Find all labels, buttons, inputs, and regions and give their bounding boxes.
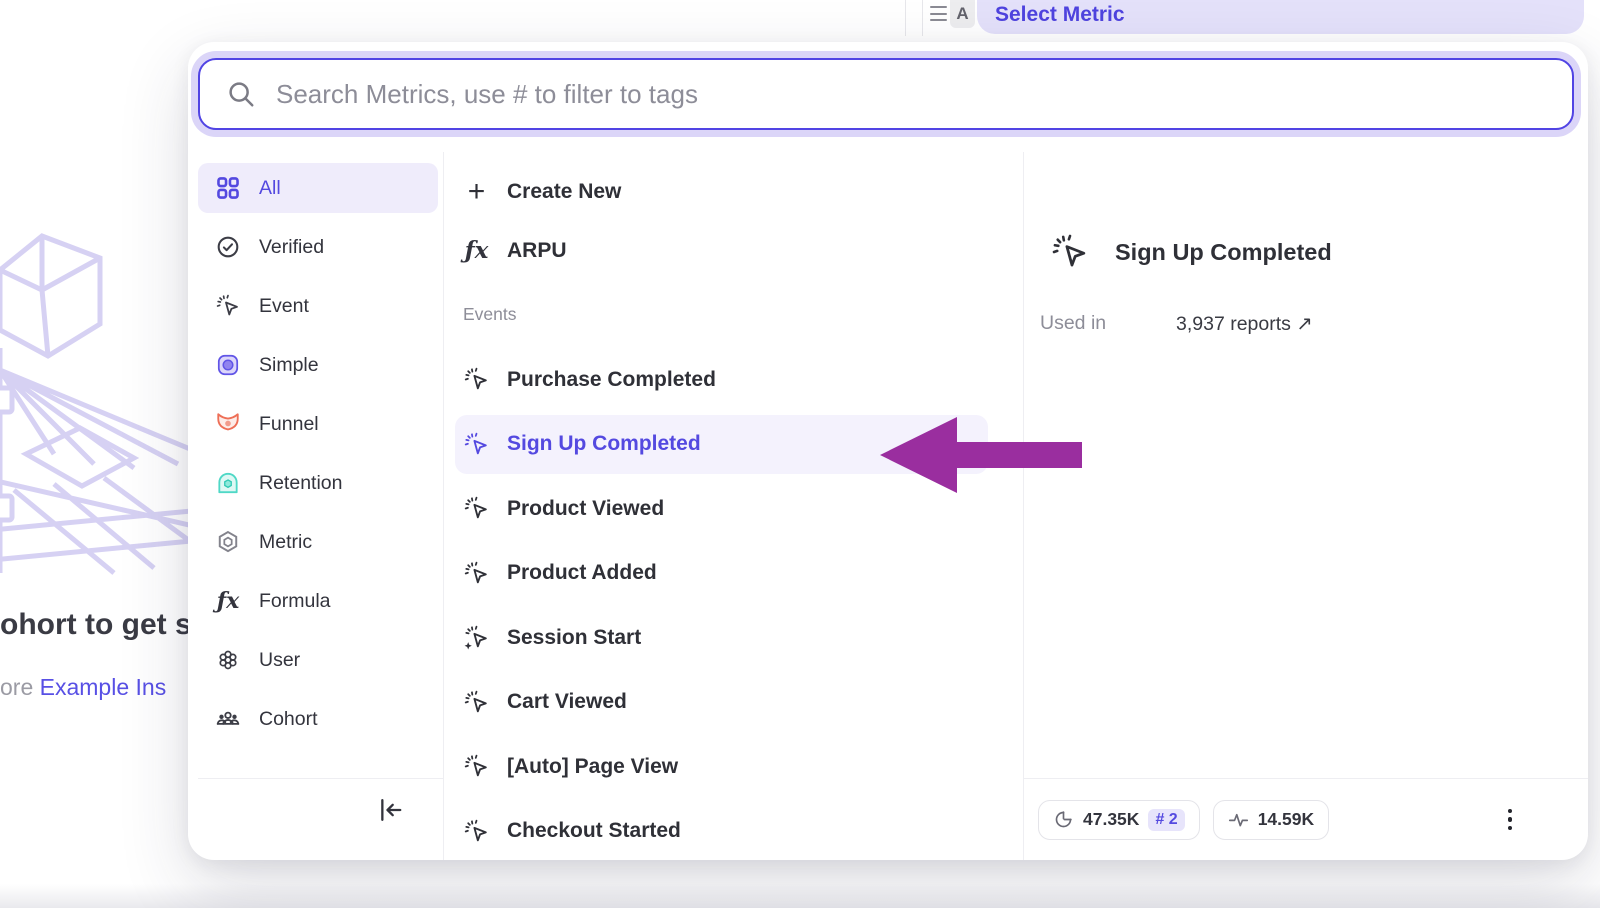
funnel-icon: [215, 411, 241, 437]
plus-icon: +: [463, 178, 490, 205]
list-item-label: Sign Up Completed: [507, 432, 701, 456]
grid-icon: [215, 175, 241, 201]
metric-details-panel: Sign Up Completed Used in 3,937 reports …: [1023, 152, 1588, 860]
list-item-event[interactable]: Product Viewed: [455, 479, 988, 538]
activity-pulse-icon: [1228, 809, 1249, 830]
list-item-label: [Auto] Page View: [507, 755, 678, 779]
event-cursor-icon: [215, 293, 241, 319]
sidebar-item-retention[interactable]: Retention: [198, 458, 438, 508]
sidebar-item-label: Metric: [259, 531, 312, 554]
sidebar-item-label: Funnel: [259, 413, 319, 436]
list-item-label: Product Viewed: [507, 497, 664, 521]
event-cursor-icon: [463, 753, 490, 780]
event-cursor-icon: [463, 818, 490, 845]
background-subtext: ore Example Ins: [0, 674, 188, 701]
event-cursor-icon: [463, 366, 490, 393]
event-cursor-star-icon: [463, 624, 490, 651]
sidebar-item-event[interactable]: Event: [198, 281, 438, 331]
search-box: [198, 58, 1574, 130]
list-item-arpu[interactable]: ƒx ARPU: [455, 221, 988, 280]
list-item-event-selected[interactable]: Sign Up Completed: [455, 415, 988, 474]
background-heading: ohort to get s: [0, 608, 188, 642]
list-item-label: Session Start: [507, 626, 641, 650]
background-illustration: [0, 228, 202, 578]
event-cursor-icon: [463, 431, 490, 458]
formula-icon: ƒx: [463, 238, 490, 264]
list-item-event[interactable]: Product Added: [455, 544, 988, 603]
event-cursor-icon: [463, 689, 490, 716]
select-metric-button[interactable]: Select Metric: [977, 0, 1584, 34]
list-item-label: Cart Viewed: [507, 690, 627, 714]
sidebar-item-cohort[interactable]: Cohort: [198, 694, 438, 744]
simple-metric-icon: [215, 352, 241, 378]
formula-icon: ƒx: [215, 588, 241, 614]
user-cluster-icon: [215, 647, 241, 673]
panel-border-line: [922, 0, 923, 36]
list-item-event[interactable]: Session Start: [455, 608, 988, 667]
sidebar-item-label: Verified: [259, 236, 324, 259]
select-metric-label: Select Metric: [995, 3, 1125, 27]
more-options-icon[interactable]: [1504, 805, 1517, 835]
list-item-event[interactable]: Cart Viewed: [455, 673, 988, 732]
list-item-label: Checkout Started: [507, 819, 681, 843]
page-bottom-fade: [0, 884, 1600, 908]
sidebar-item-simple[interactable]: Simple: [198, 340, 438, 390]
retention-icon: [215, 470, 241, 496]
sidebar-item-label: Simple: [259, 354, 319, 377]
cohort-people-icon: [215, 706, 241, 732]
sidebar-item-label: Event: [259, 295, 309, 318]
list-item-event[interactable]: Checkout Started: [455, 802, 988, 861]
collapse-sidebar-icon[interactable]: [376, 795, 406, 825]
sidebar-item-metric[interactable]: Metric: [198, 517, 438, 567]
sidebar-item-label: Retention: [259, 472, 342, 495]
metric-list: + Create New ƒx ARPU Events Purchase Com…: [443, 152, 1023, 860]
subtext-prefix: ore: [0, 674, 40, 700]
app-screen: ohort to get s ore Example Ins A Select …: [0, 0, 1600, 908]
list-item-label: ARPU: [507, 239, 567, 263]
stat-value: 47.35K: [1083, 809, 1139, 830]
panel-border-line: [905, 0, 906, 36]
search-input[interactable]: [276, 79, 1546, 110]
stat-value: 14.59K: [1258, 809, 1314, 830]
reports-link[interactable]: 3,937 reports ↗: [1176, 312, 1313, 336]
sidebar-item-label: Formula: [259, 590, 331, 613]
sidebar-item-verified[interactable]: Verified: [198, 222, 438, 272]
sidebar-item-formula[interactable]: ƒx Formula: [198, 576, 438, 626]
list-item-event[interactable]: [Auto] Page View: [455, 737, 988, 796]
sidebar-footer: [198, 778, 443, 860]
total-count-badge[interactable]: 47.35K # 2: [1038, 800, 1200, 840]
hexagon-metric-icon: [215, 529, 241, 555]
events-section-header: Events: [443, 296, 1023, 332]
create-new-label: Create New: [507, 180, 621, 204]
event-cursor-icon: [1050, 232, 1090, 272]
rank-tag: # 2: [1148, 809, 1184, 831]
select-metric-popover: All Verified Event Simple Funnel Retenti…: [188, 42, 1588, 860]
external-link-icon: ↗: [1296, 313, 1312, 335]
metric-type-sidebar: All Verified Event Simple Funnel Retenti…: [198, 163, 438, 753]
sidebar-item-user[interactable]: User: [198, 635, 438, 685]
details-footer: 47.35K # 2 14.59K: [1023, 778, 1588, 860]
list-item-label: Purchase Completed: [507, 368, 716, 392]
details-title: Sign Up Completed: [1115, 239, 1332, 266]
sidebar-item-funnel[interactable]: Funnel: [198, 399, 438, 449]
event-cursor-icon: [463, 495, 490, 522]
search-icon: [226, 79, 256, 109]
event-rows: Purchase Completed Sign Up Completed Pro…: [443, 332, 1023, 860]
sidebar-item-label: Cohort: [259, 708, 318, 731]
sidebar-item-all[interactable]: All: [198, 163, 438, 213]
drag-handle-icon[interactable]: [930, 6, 947, 21]
example-insights-link[interactable]: Example Ins: [40, 674, 167, 700]
sidebar-item-label: User: [259, 649, 300, 672]
create-new-button[interactable]: + Create New: [455, 162, 988, 221]
series-a-badge: A: [950, 0, 975, 28]
sidebar-item-label: All: [259, 177, 281, 200]
list-item-event[interactable]: Purchase Completed: [455, 350, 988, 409]
pie-chart-icon: [1053, 809, 1074, 830]
verified-badge-icon: [215, 234, 241, 260]
list-item-label: Product Added: [507, 561, 657, 585]
unique-count-badge[interactable]: 14.59K: [1213, 800, 1329, 840]
event-cursor-icon: [463, 560, 490, 587]
used-in-label: Used in: [1040, 312, 1106, 335]
